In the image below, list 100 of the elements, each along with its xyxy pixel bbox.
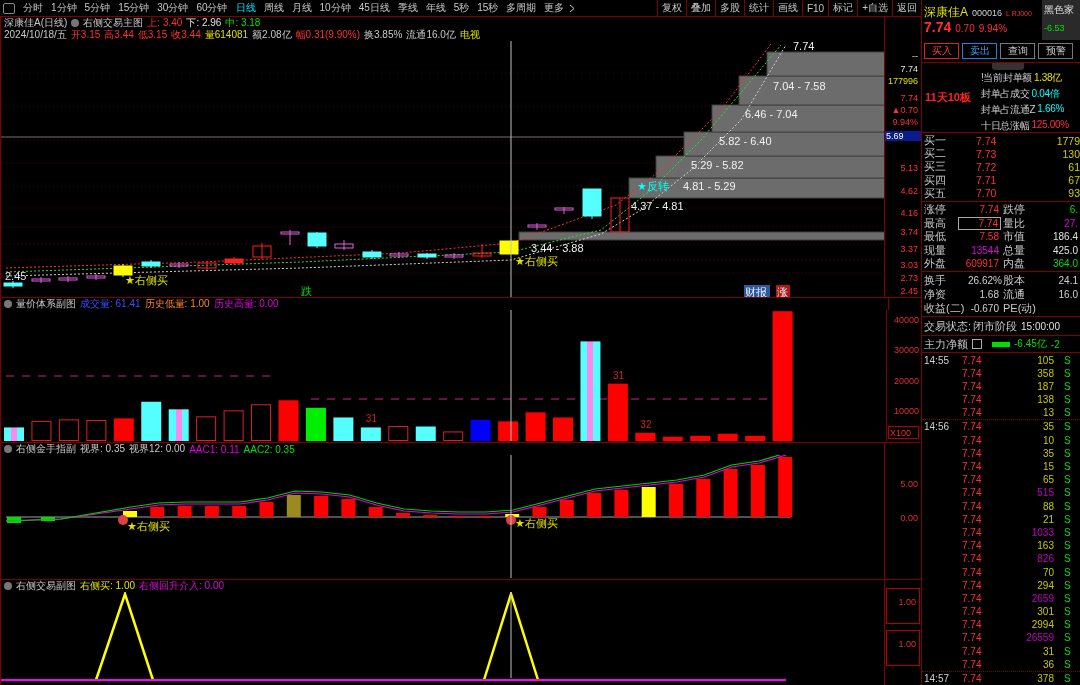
period-tab[interactable]: 分时 (19, 0, 47, 16)
axis-label: 5.69 (885, 131, 921, 141)
info-value: 1.38亿 (1034, 70, 1062, 85)
toolbar-button[interactable]: +自选 (857, 0, 892, 16)
tick-price: 7.74 (962, 658, 983, 670)
stat-label: 股本 (1002, 272, 1026, 288)
chart-badge: 财报 (744, 285, 770, 297)
indicator-bar (232, 506, 247, 517)
candlestick (389, 251, 409, 259)
bid-price: 7.71 (976, 174, 998, 187)
trade-button[interactable]: 查询 (1000, 43, 1035, 59)
stat-label: 市值 (1002, 229, 1026, 245)
toolbar-button[interactable]: 复权 (656, 0, 686, 16)
period-tab[interactable]: 15分钟 (114, 0, 154, 16)
tick-price: 7.74 (962, 566, 983, 578)
axis-label: 0.00 (900, 513, 918, 523)
axis-label: 2.73 (900, 273, 918, 283)
indicator-bar (723, 469, 738, 517)
trade-button[interactable]: 卖出 (962, 43, 997, 59)
tick-price: 7.74 (962, 421, 983, 433)
period-tab[interactable]: 30分钟 (153, 0, 193, 16)
tick-volume: 294 (1036, 579, 1054, 591)
indicator-bar (204, 506, 219, 517)
stat-value: 24.1 (1057, 274, 1079, 286)
axis-label: ▲0.70 (891, 105, 918, 115)
tick-price: 7.74 (962, 673, 983, 685)
tick-side: S (1064, 673, 1071, 685)
toolbar-button[interactable]: 多股 (714, 0, 744, 16)
tick-price: 7.74 (962, 500, 983, 512)
dropdown-icon[interactable] (4, 300, 12, 308)
tick-side: S (1064, 592, 1071, 604)
indicator-value: 视界: 0.35 (80, 443, 126, 456)
chart-label: 4.81 - 5.29 (683, 180, 736, 192)
chart-label: 跌 (301, 285, 312, 297)
axis-label: 4.16 (900, 208, 918, 218)
tick-side: S (1064, 606, 1071, 618)
tick-volume: 31 (1041, 645, 1054, 657)
period-tab[interactable]: 年线 (421, 0, 450, 16)
candlestick (252, 242, 272, 260)
period-tab[interactable]: 60分钟 (192, 0, 232, 16)
quote-value: 收3.44 (171, 28, 201, 42)
period-tab[interactable]: 季线 (393, 0, 422, 16)
tick-price: 7.74 (962, 526, 983, 538)
tick-volume: 26559 (1025, 632, 1054, 644)
period-tab[interactable]: 周线 (259, 0, 288, 16)
toolbar-button[interactable]: 统计 (743, 0, 773, 16)
tick-side: S (1064, 658, 1071, 670)
indicator-bar (750, 465, 765, 517)
chart-label: 5.29 - 5.82 (691, 159, 744, 171)
tick-side: S (1064, 474, 1071, 486)
chart-title: 深康佳A(日线) (4, 17, 68, 30)
axis-label: -- (912, 51, 918, 61)
toolbar-button[interactable]: 标记 (828, 0, 858, 16)
period-tab[interactable]: 5分钟 (80, 0, 115, 16)
dropdown-icon[interactable] (71, 19, 80, 27)
tick-price: 7.74 (962, 354, 983, 366)
toolbar-button[interactable]: 返回 (892, 0, 921, 16)
candlestick (362, 249, 382, 260)
indicator-value: 视界12: 0.00 (129, 443, 186, 456)
toolbar-button[interactable]: F10 (801, 0, 829, 16)
period-tab[interactable]: 月线 (287, 0, 316, 16)
tick-side: S (1064, 513, 1071, 525)
period-tab[interactable]: 多周期 (502, 0, 541, 16)
volume-bar (607, 383, 628, 441)
tick-volume: 301 (1036, 606, 1054, 618)
indicator-bar (177, 506, 192, 517)
period-tab[interactable]: 10分钟 (315, 0, 355, 16)
panel-toggle-icon[interactable] (3, 2, 15, 14)
period-tab[interactable]: 1分钟 (47, 0, 81, 16)
toolbar-button[interactable]: 叠加 (685, 0, 715, 16)
tick-price: 7.74 (962, 606, 983, 618)
trade-button[interactable]: 预警 (1038, 43, 1073, 59)
candlestick (307, 231, 327, 249)
volume-bar (635, 432, 656, 441)
chevron-right-icon[interactable] (569, 3, 576, 13)
tick-side: S (1064, 447, 1071, 459)
toolbar-button[interactable]: 画线 (772, 0, 802, 16)
bid-price: 7.70 (976, 187, 998, 200)
period-tab[interactable]: 15秒 (473, 0, 503, 16)
indicator-name: 量价体系副图 (16, 297, 76, 311)
period-tab[interactable]: 更多 (540, 0, 569, 16)
tick-volume: 70 (1041, 566, 1054, 578)
indicator-bar (587, 493, 602, 517)
period-tab[interactable]: 5秒 (449, 0, 474, 16)
period-tab[interactable]: 日线 (231, 0, 260, 16)
quote-value: 高3.44 (104, 28, 134, 42)
tick-side: S (1064, 461, 1071, 473)
volume-bar (553, 417, 573, 441)
period-tab[interactable]: 45日线 (354, 0, 394, 16)
trade-button[interactable]: 买入 (924, 43, 959, 59)
dropdown-icon[interactable] (4, 445, 12, 453)
tick-side: S (1064, 394, 1071, 406)
axis-unit: X100 (888, 426, 919, 439)
axis-label: 5.00 (900, 479, 918, 489)
stat-value: 27. (1063, 217, 1079, 229)
sector-card[interactable]: 黑色家 -6.53 (1042, 0, 1080, 40)
axis-label: 7.74 (900, 93, 918, 103)
list-icon[interactable] (972, 339, 982, 350)
dropdown-icon[interactable] (4, 582, 12, 590)
stat-value: 7.74 (958, 216, 1001, 230)
